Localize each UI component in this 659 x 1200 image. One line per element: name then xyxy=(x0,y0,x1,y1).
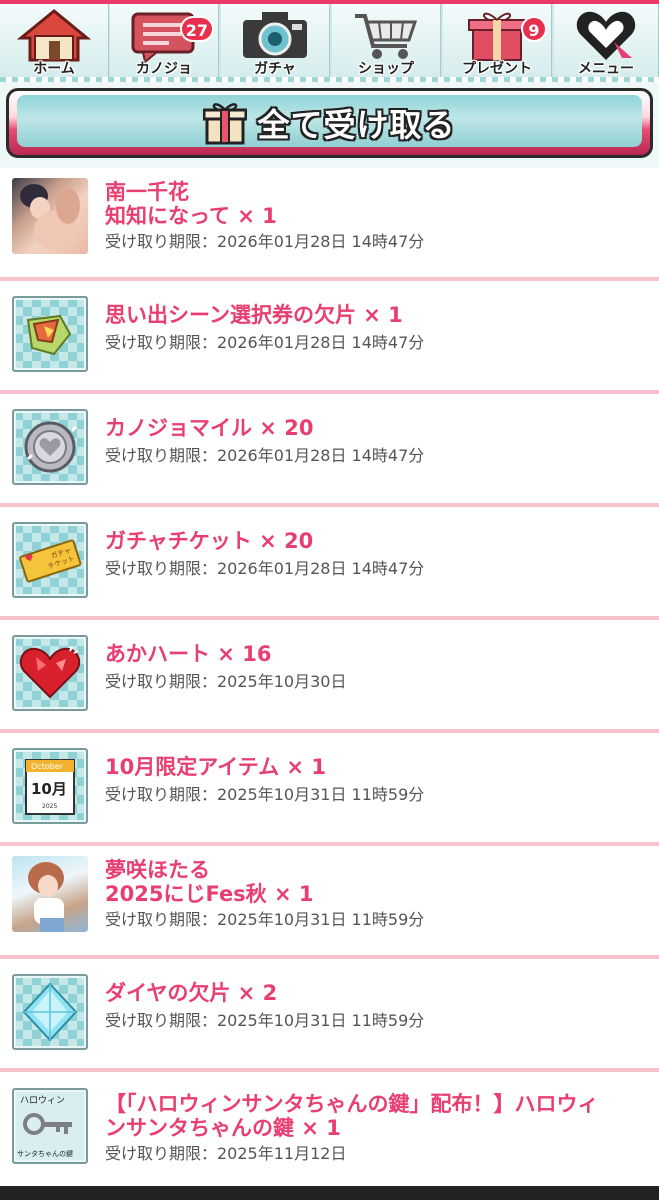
calendar-year-text: 2025 xyxy=(42,803,57,810)
key-text-bottom: サンタちゃんの鍵 xyxy=(17,1149,73,1158)
list-item[interactable]: ハロウィン サンタちゃんの鍵 【「ハロウィンサンタちゃんの鍵」配布！】ハロウィン… xyxy=(0,1072,659,1172)
calendar-art: October 10月 2025 xyxy=(25,759,75,815)
nav-home-label: ホーム xyxy=(33,61,75,77)
nav-menu[interactable]: メニュー xyxy=(554,4,659,81)
present-badge: 9 xyxy=(521,16,547,42)
list-item[interactable]: ダイヤの欠片 × 2 受け取り期限：2025年10月31日 11時59分 xyxy=(0,959,659,1075)
camera-icon xyxy=(243,12,307,58)
receive-all-area: 全て受け取る xyxy=(0,82,659,168)
nav-shop[interactable]: ショップ xyxy=(332,4,441,81)
nav-home[interactable]: ホーム xyxy=(0,4,109,81)
house-icon xyxy=(17,9,91,62)
item-expiry: 受け取り期限：2025年11月12日 xyxy=(105,1144,347,1163)
red-heart-icon xyxy=(12,635,88,711)
receive-all-label: 全て受け取る xyxy=(257,106,456,144)
receive-all-content: 全て受け取る xyxy=(9,91,650,155)
diamond-art xyxy=(22,982,78,1042)
item-expiry: 受け取り期限：2025年10月31日 11時59分 xyxy=(105,910,425,929)
red-heart-art xyxy=(19,646,81,699)
heart-menu-icon xyxy=(576,11,636,61)
character-thumbnail xyxy=(20,184,80,250)
item-name: 南一千花 知知になって × 1 xyxy=(105,180,277,228)
bottom-bar xyxy=(0,1186,659,1200)
nav-menu-label: メニュー xyxy=(578,61,634,77)
item-name: 思い出シーン選択券の欠片 × 1 xyxy=(105,303,403,327)
gacha-ticket-icon: ガチャ チケット xyxy=(12,522,88,598)
item-name: ガチャチケット × 20 xyxy=(105,529,314,553)
present-list: 南一千花 知知になって × 1 受け取り期限：2026年01月28日 14時47… xyxy=(0,168,659,1172)
item-name: 10月限定アイテム × 1 xyxy=(105,755,326,779)
receive-all-button[interactable]: 全て受け取る xyxy=(6,88,653,158)
item-name: 夢咲ほたる 2025にじFes秋 × 1 xyxy=(105,858,314,906)
item-name: あかハート × 16 xyxy=(105,642,272,666)
list-item[interactable]: 思い出シーン選択券の欠片 × 1 受け取り期限：2026年01月28日 14時4… xyxy=(0,281,659,397)
kanojo-badge: 27 xyxy=(179,16,214,42)
gacha-ticket-art: ガチャ チケット xyxy=(19,539,82,583)
list-item[interactable]: 夢咲ほたる 2025にじFes秋 × 1 受け取り期限：2025年10月31日 … xyxy=(0,846,659,962)
list-item[interactable]: カノジョマイル × 20 受け取り期限：2026年01月28日 14時47分 xyxy=(0,394,659,510)
character-thumbnail xyxy=(28,862,64,932)
list-item[interactable]: ガチャ チケット ガチャチケット × 20 受け取り期限：2026年01月28日… xyxy=(0,507,659,623)
item-expiry: 受け取り期限：2025年10月31日 11時59分 xyxy=(105,1011,425,1030)
calendar-month-text: 10月 xyxy=(31,780,67,798)
gift-icon xyxy=(203,103,248,145)
item-name: カノジョマイル × 20 xyxy=(105,416,314,440)
top-nav: ホーム 27 カノジョ ガチャ ショップ 9 プレゼント メニュー xyxy=(0,0,659,82)
list-item[interactable]: October 10月 2025 10月限定アイテム × 1 受け取り期限：20… xyxy=(0,733,659,849)
ticket-fragment-art xyxy=(26,314,72,356)
item-name: 【「ハロウィンサンタちゃんの鍵」配布！】ハロウィンサンタちゃんの鍵 × 1 xyxy=(105,1092,599,1140)
key-art: ハロウィン サンタちゃんの鍵 xyxy=(17,1095,73,1158)
nav-gacha-label: ガチャ xyxy=(254,61,296,77)
item-expiry: 受け取り期限：2026年01月28日 14時47分 xyxy=(105,333,425,352)
item-expiry: 受け取り期限：2025年10月31日 11時59分 xyxy=(105,785,425,804)
gift-icon xyxy=(468,12,526,61)
calendar-icon: October 10月 2025 xyxy=(12,748,88,824)
character-card-icon xyxy=(12,856,88,932)
coin-art xyxy=(24,421,78,473)
nav-present-label: プレゼント xyxy=(462,61,532,77)
nav-gacha[interactable]: ガチャ xyxy=(221,4,330,81)
calendar-top-text: October xyxy=(31,762,64,771)
item-name: ダイヤの欠片 × 2 xyxy=(105,981,278,1005)
coin-icon xyxy=(12,409,88,485)
list-item[interactable]: 南一千花 知知になって × 1 受け取り期限：2026年01月28日 14時47… xyxy=(0,168,659,284)
nav-kanojo-label: カノジョ xyxy=(136,61,192,77)
item-expiry: 受け取り期限：2025年10月30日 xyxy=(105,672,347,691)
key-text-top: ハロウィン xyxy=(20,1095,65,1106)
list-item[interactable]: あかハート × 16 受け取り期限：2025年10月30日 xyxy=(0,620,659,736)
item-expiry: 受け取り期限：2026年01月28日 14時47分 xyxy=(105,559,425,578)
item-expiry: 受け取り期限：2026年01月28日 14時47分 xyxy=(105,232,425,251)
cart-icon xyxy=(355,14,418,59)
item-expiry: 受け取り期限：2026年01月28日 14時47分 xyxy=(105,446,425,465)
nav-shop-label: ショップ xyxy=(358,61,414,77)
nav-kanojo[interactable]: 27 カノジョ xyxy=(110,4,219,81)
nav-present[interactable]: 9 プレゼント xyxy=(443,4,552,81)
ticket-fragment-icon xyxy=(12,296,88,372)
key-icon: ハロウィン サンタちゃんの鍵 xyxy=(12,1088,88,1164)
character-card-icon xyxy=(12,178,88,254)
diamond-icon xyxy=(12,974,88,1050)
